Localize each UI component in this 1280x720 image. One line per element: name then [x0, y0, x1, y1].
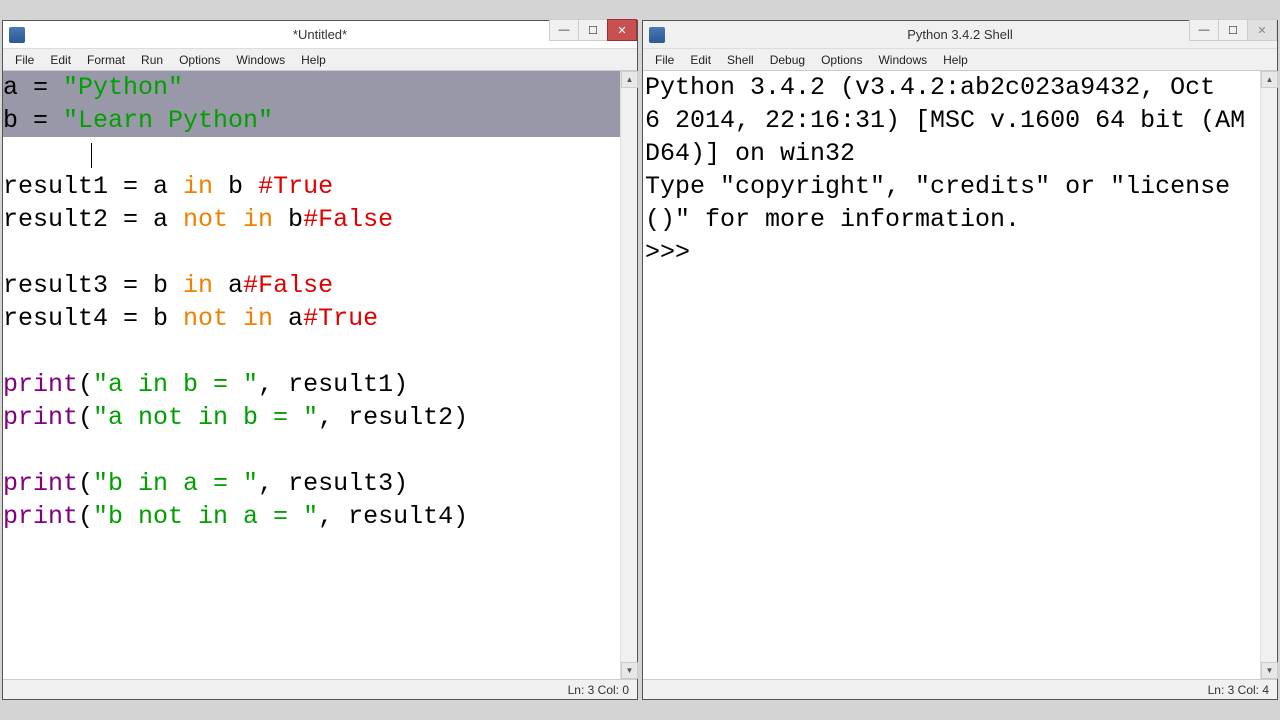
shell-window: Python 3.4.2 Shell — ☐ ✕ File Edit Shell…	[642, 20, 1278, 700]
editor-body: a = "Python" b = "Learn Python" result1 …	[3, 71, 637, 679]
menu-file[interactable]: File	[7, 51, 42, 69]
editor-menubar: File Edit Format Run Options Windows Hel…	[3, 49, 637, 71]
shell-cursor-position: Ln: 3 Col: 4	[1208, 683, 1269, 697]
editor-scrollbar[interactable]: ▲ ▼	[620, 71, 637, 679]
menu-edit[interactable]: Edit	[682, 51, 719, 69]
menu-help[interactable]: Help	[293, 51, 334, 69]
scroll-down-icon[interactable]: ▼	[621, 662, 638, 679]
editor-window: *Untitled* — ☐ ✕ File Edit Format Run Op…	[2, 20, 638, 700]
code-editor[interactable]: a = "Python" b = "Learn Python" result1 …	[3, 71, 620, 679]
editor-statusbar: Ln: 3 Col: 0	[3, 679, 637, 699]
menu-run[interactable]: Run	[133, 51, 171, 69]
menu-options[interactable]: Options	[171, 51, 228, 69]
python-icon	[649, 27, 665, 43]
editor-title: *Untitled*	[293, 27, 347, 42]
menu-options[interactable]: Options	[813, 51, 870, 69]
shell-menubar: File Edit Shell Debug Options Windows He…	[643, 49, 1277, 71]
close-button[interactable]: ✕	[1247, 19, 1277, 41]
shell-output[interactable]: Python 3.4.2 (v3.4.2:ab2c023a9432, Oct 6…	[643, 71, 1260, 679]
menu-help[interactable]: Help	[935, 51, 976, 69]
window-controls: — ☐ ✕	[1190, 19, 1277, 41]
menu-windows[interactable]: Windows	[228, 51, 293, 69]
menu-file[interactable]: File	[647, 51, 682, 69]
shell-body: Python 3.4.2 (v3.4.2:ab2c023a9432, Oct 6…	[643, 71, 1277, 679]
window-controls: — ☐ ✕	[550, 19, 637, 41]
python-icon	[9, 27, 25, 43]
shell-banner: Python 3.4.2 (v3.4.2:ab2c023a9432, Oct 6…	[645, 73, 1245, 234]
menu-edit[interactable]: Edit	[42, 51, 79, 69]
scroll-down-icon[interactable]: ▼	[1261, 662, 1278, 679]
maximize-button[interactable]: ☐	[1218, 19, 1248, 41]
editor-cursor-position: Ln: 3 Col: 0	[568, 683, 629, 697]
shell-prompt: >>>	[645, 238, 705, 267]
shell-statusbar: Ln: 3 Col: 4	[643, 679, 1277, 699]
shell-titlebar[interactable]: Python 3.4.2 Shell — ☐ ✕	[643, 21, 1277, 49]
menu-windows[interactable]: Windows	[870, 51, 935, 69]
menu-shell[interactable]: Shell	[719, 51, 762, 69]
close-button[interactable]: ✕	[607, 19, 637, 41]
menu-debug[interactable]: Debug	[762, 51, 813, 69]
minimize-button[interactable]: —	[1189, 19, 1219, 41]
scroll-up-icon[interactable]: ▲	[1261, 71, 1278, 88]
editor-titlebar[interactable]: *Untitled* — ☐ ✕	[3, 21, 637, 49]
menu-format[interactable]: Format	[79, 51, 133, 69]
shell-scrollbar[interactable]: ▲ ▼	[1260, 71, 1277, 679]
shell-title: Python 3.4.2 Shell	[907, 27, 1013, 42]
maximize-button[interactable]: ☐	[578, 19, 608, 41]
scroll-up-icon[interactable]: ▲	[621, 71, 638, 88]
minimize-button[interactable]: —	[549, 19, 579, 41]
text-cursor	[91, 143, 92, 168]
